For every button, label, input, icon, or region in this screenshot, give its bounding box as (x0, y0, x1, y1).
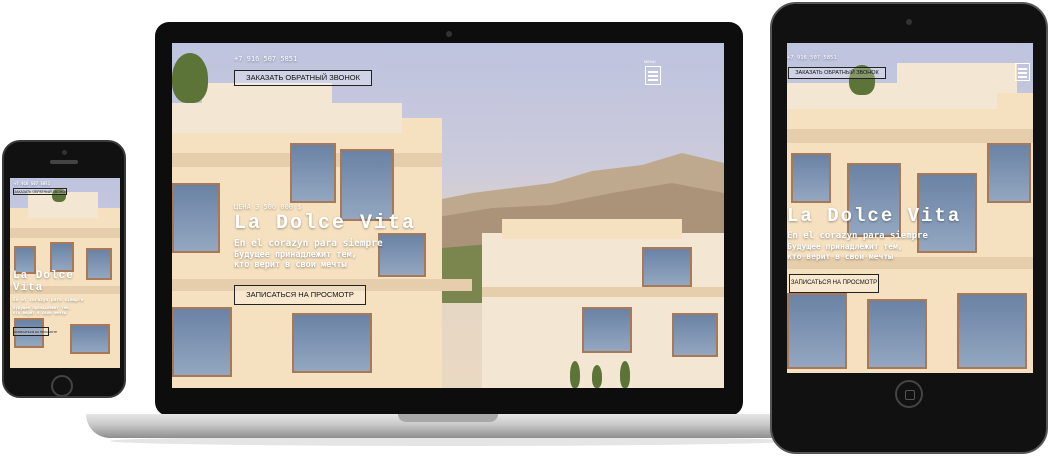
hero-subtitle: En el corazyn para siempre (234, 238, 383, 249)
phone-camera (62, 150, 67, 155)
laptop-camera (446, 31, 452, 37)
menu-icon[interactable] (645, 66, 661, 85)
phone-number[interactable]: +7 916 507 5851 (14, 181, 50, 186)
hero-tagline-line2: кто верит в свои мечты (787, 252, 893, 261)
hero-subtitle: En el corazyn para siempre (13, 298, 84, 303)
phone-screen: +7 916 507 5851 ЗАКАЗАТЬ ОБРАТНЫЙ ЗВОНОК… (10, 178, 120, 368)
callback-button[interactable]: ЗАКАЗАТЬ ОБРАТНЫЙ ЗВОНОК (234, 70, 372, 86)
viewing-button[interactable]: ЗАПИСАТЬСЯ НА ПРОСМОТР (234, 285, 366, 305)
callback-button[interactable]: ЗАКАЗАТЬ ОБРАТНЫЙ ЗВОНОК (13, 188, 67, 195)
hero-tagline-line1: Будущее принадлежит тем, (234, 250, 357, 260)
viewing-button[interactable]: ЗАПИСАТЬСЯ НА ПРОСМОТР (789, 274, 879, 293)
viewing-button[interactable]: ЗАПИСАТЬСЯ НА ПРОСМОТР (13, 327, 57, 336)
laptop-trackpad-notch (398, 414, 498, 422)
tablet-camera (906, 19, 912, 25)
menu-label: MENU (644, 59, 656, 64)
hero-tagline-line2: кто верит в свои мечты (234, 260, 347, 270)
hero-subtitle: En el corazyn para siempre (787, 231, 928, 241)
hero-title: La Dolce Vita (787, 205, 962, 227)
tablet-screen: +7 916 507 5851 ЗАКАЗАТЬ ОБРАТНЫЙ ЗВОНОК… (787, 43, 1033, 373)
phone-home-button[interactable] (51, 375, 73, 397)
hero-title-line2: Vita (13, 282, 44, 294)
laptop-screen: +7 916 507 5851 ЗАКАЗАТЬ ОБРАТНЫЙ ЗВОНОК… (172, 43, 724, 388)
phone-number[interactable]: +7 916 507 5851 (234, 55, 297, 63)
phone-number[interactable]: +7 916 507 5851 (787, 55, 837, 61)
hero-tagline-line1: Будущее принадлежит тем, (787, 242, 903, 251)
hero-title: La Dolce Vita (234, 212, 417, 235)
callback-button[interactable]: ЗАКАЗАТЬ ОБРАТНЫЙ ЗВОНОК (788, 67, 886, 79)
tablet-home-button[interactable] (895, 380, 923, 408)
phone-speaker (50, 160, 78, 164)
price-label: ЦЕНА 3 500 000 $ (234, 203, 302, 211)
hero-tagline-line2: кто верит в свои мечты (13, 310, 66, 315)
menu-icon[interactable] (1015, 63, 1030, 81)
hero-title-line1: La Dolce (13, 270, 74, 282)
